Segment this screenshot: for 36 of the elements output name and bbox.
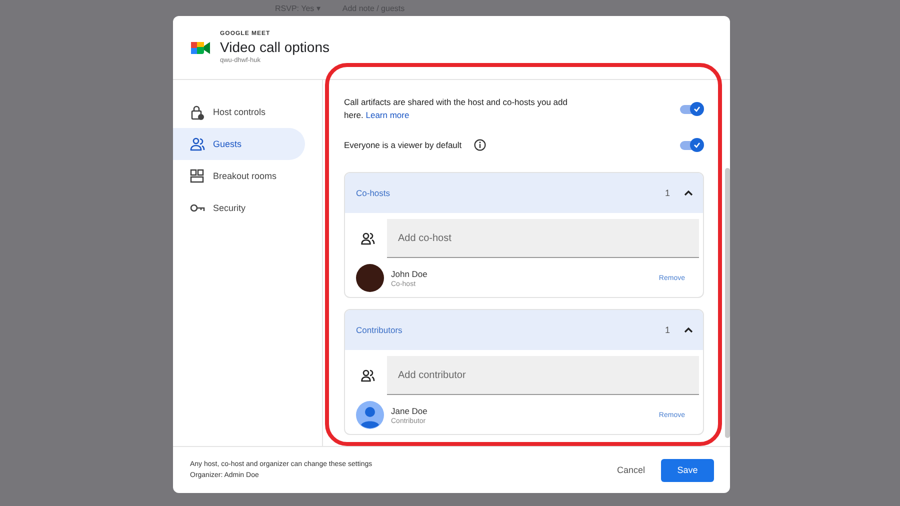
section-title: Contributors [356, 325, 402, 335]
person-name: John Doe [391, 268, 428, 278]
input-field[interactable]: Add contributor [387, 356, 699, 395]
people-icon [190, 136, 205, 152]
section-header[interactable]: Co-hosts 1 [345, 173, 703, 213]
lock-icon [190, 104, 205, 120]
section-title: Co-hosts [356, 188, 390, 198]
grid-icon [190, 168, 205, 184]
sidebar-item[interactable]: Breakout rooms [173, 160, 305, 192]
save-button[interactable]: Save [661, 458, 714, 482]
sidebar-item[interactable]: Security [173, 192, 305, 224]
chevron-up-icon [684, 190, 693, 196]
count-label: 1 [664, 188, 670, 198]
learn-more-link[interactable]: Learn more [366, 110, 410, 120]
person-name: Jane Doe [391, 406, 428, 416]
people-icon [361, 369, 375, 382]
toggle-switch[interactable] [680, 102, 704, 116]
setting-text: Everyone is a viewer by default [344, 138, 462, 152]
toggle-switch[interactable] [680, 138, 704, 152]
section-header[interactable]: Contributors 1 [345, 310, 703, 350]
count-label: 1 [664, 325, 670, 335]
dialog-title: Video call options [220, 39, 330, 55]
setting-text: Call artifacts are shared with the host and co-hosts you add here. Learn more [344, 96, 568, 122]
avatar-silhouette-icon [356, 401, 384, 429]
info-icon [474, 139, 486, 151]
people-icon [361, 232, 375, 245]
sidebar-item[interactable]: Host controls [173, 96, 305, 128]
chevron-up-icon [684, 327, 693, 333]
sidebar-item[interactable]: Guests [173, 128, 305, 160]
video-camera-logo-icon [191, 40, 210, 56]
check-icon [693, 105, 701, 113]
scrollbar[interactable] [725, 168, 730, 438]
input-field[interactable]: Add co-host [387, 219, 699, 258]
cancel-button[interactable]: Cancel [610, 458, 651, 482]
photo-placeholder [356, 264, 384, 292]
check-icon [693, 141, 701, 149]
